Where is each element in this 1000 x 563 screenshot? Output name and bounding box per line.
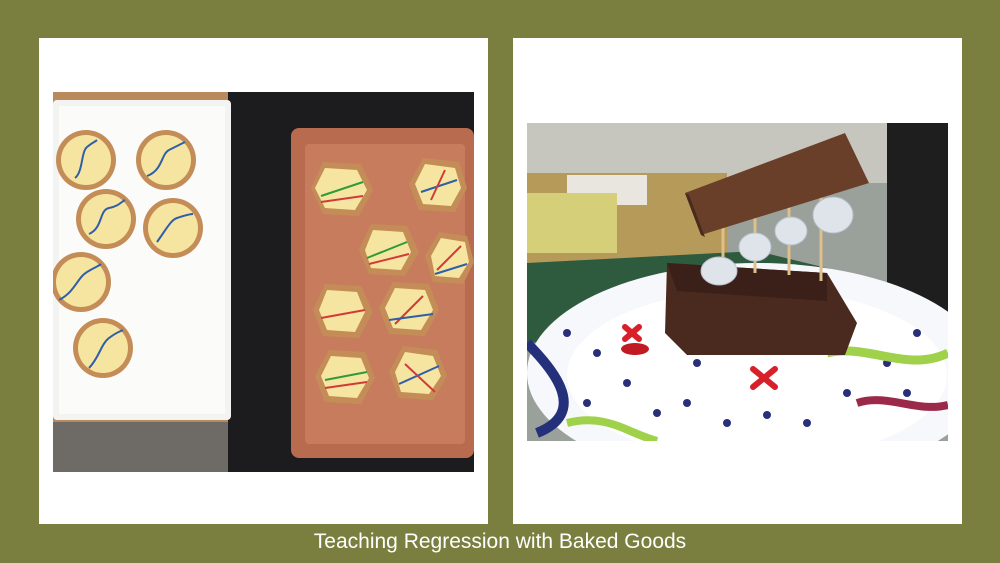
slide-caption: Teaching Regression with Baked Goods bbox=[313, 530, 687, 553]
cookies-photo bbox=[53, 92, 474, 472]
left-photo-frame bbox=[39, 38, 488, 524]
cookies-illustration bbox=[53, 92, 474, 472]
brownie-photo bbox=[527, 123, 948, 441]
right-photo-frame bbox=[513, 38, 962, 524]
brownie-illustration bbox=[527, 123, 948, 441]
